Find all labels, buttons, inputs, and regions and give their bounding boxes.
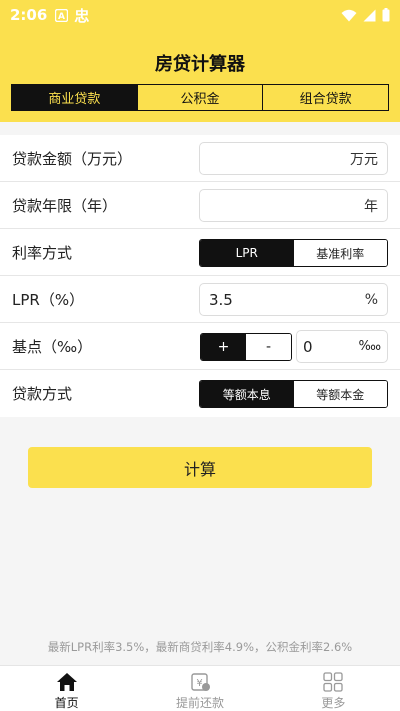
lpr-input[interactable]: 3.5 %	[199, 283, 388, 316]
basis-point-label: 基点（‰）	[12, 337, 93, 356]
status-system-icons	[341, 8, 390, 22]
repay-mode-label: 贷款方式	[12, 385, 73, 403]
lpr-value: 3.5	[209, 290, 233, 309]
repay-equal-principal-option[interactable]: 等额本金	[293, 381, 387, 407]
svg-text:A: A	[58, 12, 65, 22]
basis-point-input[interactable]: 0 ‱	[296, 330, 388, 363]
rate-mode-label: 利率方式	[12, 243, 73, 262]
loan-amount-label: 贷款金额（万元）	[12, 149, 133, 168]
loan-years-input[interactable]: 年	[199, 189, 388, 222]
basis-point-value: 0	[303, 337, 313, 356]
app-notification-icon: 忠	[74, 6, 90, 25]
loan-form: 贷款金额（万元） 万元 贷款年限（年） 年 利率方式 LPR 基准利率 LPR（…	[0, 135, 400, 417]
rate-mode-lpr-option[interactable]: LPR	[200, 240, 294, 266]
row-lpr: LPR（%） 3.5 %	[0, 276, 400, 323]
lpr-unit: %	[364, 291, 378, 308]
battery-icon	[382, 8, 390, 22]
loan-years-label: 贷款年限（年）	[12, 196, 118, 215]
grid-icon	[322, 672, 344, 692]
lpr-label: LPR（%）	[12, 290, 85, 309]
nav-more-label: 更多	[321, 696, 346, 710]
status-bar: 2:06 A 忠	[0, 0, 400, 30]
tab-commercial-loan[interactable]: 商业贷款	[12, 85, 138, 110]
home-icon	[56, 672, 78, 692]
rate-mode-toggle: LPR 基准利率	[199, 239, 388, 267]
yuan-calendar-icon: ¥	[189, 672, 211, 692]
repay-mode-toggle: 等额本息 等额本金	[199, 380, 388, 408]
page-title: 房贷计算器	[155, 54, 245, 75]
rate-info-note: 最新LPR利率3.5%，最新商贷利率4.9%，公积金利率2.6%	[47, 640, 353, 654]
basis-point-unit: ‱	[358, 339, 381, 354]
basis-point-plus-button[interactable]: +	[201, 334, 246, 360]
nav-prepayment-label: 提前还款	[175, 696, 224, 710]
row-loan-amount: 贷款金额（万元） 万元	[0, 135, 400, 182]
nav-item-prepayment[interactable]: ¥ 提前还款	[133, 666, 266, 711]
status-time: 2:06	[10, 6, 48, 24]
calculate-button[interactable]: 计算	[28, 447, 372, 488]
row-basis-point: 基点（‰） + - 0 ‱	[0, 323, 400, 370]
status-notifications: A 忠	[55, 5, 89, 26]
row-loan-years: 贷款年限（年） 年	[0, 182, 400, 229]
nav-item-home[interactable]: 首页	[0, 666, 133, 711]
loan-years-unit: 年	[364, 198, 378, 215]
rate-mode-benchmark-option[interactable]: 基准利率	[293, 240, 387, 266]
loan-type-tabs: 商业贷款 公积金 组合贷款	[11, 84, 389, 111]
basis-point-sign-toggle: + -	[200, 333, 292, 361]
tab-provident-fund[interactable]: 公积金	[138, 85, 264, 110]
basis-point-minus-button[interactable]: -	[246, 334, 291, 360]
repay-equal-installment-option[interactable]: 等额本息	[200, 381, 294, 407]
svg-text:¥: ¥	[196, 678, 202, 689]
loan-amount-input[interactable]: 万元	[199, 142, 388, 175]
nav-home-label: 首页	[54, 696, 79, 710]
nav-item-more[interactable]: 更多	[267, 666, 400, 711]
app-header: 房贷计算器 商业贷款 公积金 组合贷款	[0, 30, 400, 122]
loan-amount-unit: 万元	[350, 151, 378, 168]
notification-a-icon: A	[55, 8, 69, 22]
signal-icon	[363, 9, 376, 22]
bottom-nav: 首页 ¥ 提前还款 更多	[0, 665, 400, 711]
row-repay-mode: 贷款方式 等额本息 等额本金	[0, 370, 400, 417]
tab-combined-loan[interactable]: 组合贷款	[263, 85, 388, 110]
wifi-icon	[341, 9, 357, 22]
row-rate-mode: 利率方式 LPR 基准利率	[0, 229, 400, 276]
